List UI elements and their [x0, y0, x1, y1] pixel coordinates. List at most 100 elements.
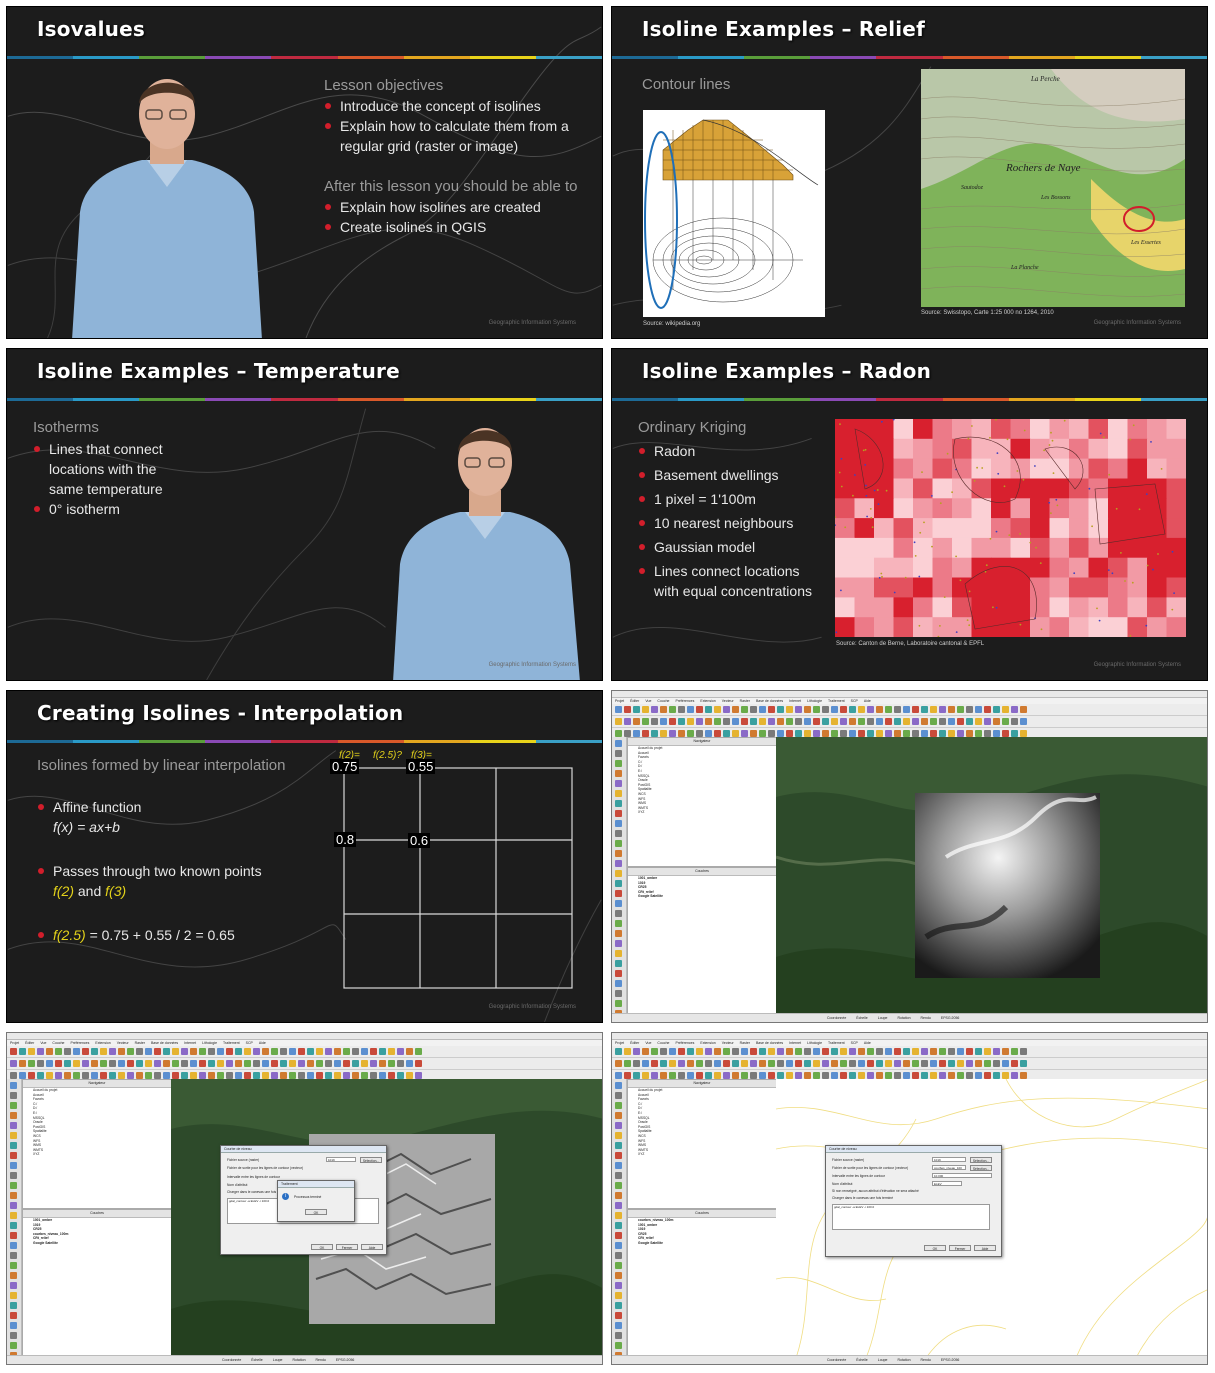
toolbar-tool-icon[interactable] [984, 1060, 991, 1067]
toolbar-tool-icon[interactable] [912, 730, 919, 737]
menu-item[interactable]: Traitement [828, 699, 845, 703]
toolbar-tool-icon[interactable] [289, 1072, 296, 1079]
toolbar-tool-icon[interactable] [912, 1048, 919, 1055]
add-layer-icon[interactable] [615, 1312, 622, 1319]
toolbar-tool-icon[interactable] [145, 1060, 152, 1067]
toolbar-tool-icon[interactable] [867, 1060, 874, 1067]
toolbar-tool-icon[interactable] [397, 1072, 404, 1079]
add-layer-icon[interactable] [615, 790, 622, 797]
toolbar-tool-icon[interactable] [244, 1072, 251, 1079]
toolbar-tool-icon[interactable] [190, 1060, 197, 1067]
toolbar-tool-icon[interactable] [642, 1048, 649, 1055]
toolbar-tool-icon[interactable] [777, 718, 784, 725]
toolbar-tool-icon[interactable] [91, 1048, 98, 1055]
toolbar-tool-icon[interactable] [37, 1060, 44, 1067]
toolbar-tool-icon[interactable] [966, 706, 973, 713]
toolbar-tool-icon[interactable] [262, 1048, 269, 1055]
toolbar-tool-icon[interactable] [957, 1048, 964, 1055]
toolbar-tool-icon[interactable] [768, 706, 775, 713]
toolbar-tool-icon[interactable] [642, 1060, 649, 1067]
toolbar-tool-icon[interactable] [55, 1072, 62, 1079]
toolbar-tool-icon[interactable] [1020, 706, 1027, 713]
toolbar-tool-icon[interactable] [226, 1072, 233, 1079]
toolbar-tool-icon[interactable] [10, 1060, 17, 1067]
toolbar-tool-icon[interactable] [307, 1072, 314, 1079]
toolbar-tool-icon[interactable] [948, 730, 955, 737]
add-layer-icon[interactable] [615, 900, 622, 907]
toolbar-tool-icon[interactable] [316, 1072, 323, 1079]
toolbar-tool-icon[interactable] [804, 718, 811, 725]
toolbar-tool-icon[interactable] [226, 1048, 233, 1055]
toolbar-tool-icon[interactable] [876, 718, 883, 725]
toolbar-tool-icon[interactable] [678, 1048, 685, 1055]
menu-item[interactable]: Extension [700, 1041, 715, 1045]
toolbar-tool-icon[interactable] [750, 1060, 757, 1067]
toolbar-tool-icon[interactable] [786, 706, 793, 713]
toolbar-tool-icon[interactable] [849, 730, 856, 737]
toolbar-tool-icon[interactable] [109, 1048, 116, 1055]
toolbar-tool-icon[interactable] [921, 718, 928, 725]
add-layer-icon[interactable] [615, 970, 622, 977]
menu-item[interactable]: Couche [52, 1041, 64, 1045]
toolbar-tool-icon[interactable] [849, 1060, 856, 1067]
add-layer-icon[interactable] [10, 1142, 17, 1149]
toolbar-tool-icon[interactable] [804, 730, 811, 737]
toolbar-tool-icon[interactable] [975, 1048, 982, 1055]
toolbar-tool-icon[interactable] [759, 706, 766, 713]
toolbar-tool-icon[interactable] [624, 718, 631, 725]
toolbar-tool-icon[interactable] [615, 718, 622, 725]
menu-item[interactable]: Raster [740, 699, 750, 703]
toolbar-tool-icon[interactable] [822, 718, 829, 725]
toolbar-tool-icon[interactable] [975, 1072, 982, 1079]
menu-item[interactable]: Aide [864, 699, 871, 703]
toolbar-tool-icon[interactable] [786, 1060, 793, 1067]
toolbar-tool-icon[interactable] [127, 1060, 134, 1067]
toolbar-tool-icon[interactable] [289, 1060, 296, 1067]
menu-item[interactable]: Aide [864, 1041, 871, 1045]
toolbar-tool-icon[interactable] [19, 1060, 26, 1067]
toolbar-tool-icon[interactable] [307, 1060, 314, 1067]
toolbar-tool-icon[interactable] [154, 1072, 161, 1079]
toolbar-tool-icon[interactable] [885, 730, 892, 737]
add-layer-icon[interactable] [615, 1222, 622, 1229]
status-label[interactable]: Rendu [921, 1358, 931, 1362]
toolbar-tool-icon[interactable] [217, 1060, 224, 1067]
toolbar-tool-icon[interactable] [19, 1048, 26, 1055]
toolbar-tool-icon[interactable] [615, 1060, 622, 1067]
toolbar-tool-icon[interactable] [1011, 1072, 1018, 1079]
toolbar-tool-icon[interactable] [678, 1060, 685, 1067]
toolbar-tool-icon[interactable] [37, 1072, 44, 1079]
toolbar-tool-icon[interactable] [28, 1072, 35, 1079]
add-layer-icon[interactable] [615, 1152, 622, 1159]
add-layer-icon[interactable] [615, 800, 622, 807]
add-layer-icon[interactable] [615, 860, 622, 867]
add-layer-icon[interactable] [615, 770, 622, 777]
toolbar-tool-icon[interactable] [370, 1048, 377, 1055]
toolbar-tool-icon[interactable] [361, 1060, 368, 1067]
toolbar-tool-icon[interactable] [705, 730, 712, 737]
toolbar-tool-icon[interactable] [651, 706, 658, 713]
help-button[interactable]: Aide [361, 1244, 383, 1250]
toolbar-tool-icon[interactable] [714, 1072, 721, 1079]
add-layer-icon[interactable] [10, 1222, 17, 1229]
toolbar-tool-icon[interactable] [822, 1072, 829, 1079]
add-layer-icon[interactable] [10, 1092, 17, 1099]
toolbar-tool-icon[interactable] [687, 1072, 694, 1079]
toolbar-tool-icon[interactable] [37, 1048, 44, 1055]
toolbar-tool-icon[interactable] [714, 706, 721, 713]
toolbar-tool-icon[interactable] [813, 1048, 820, 1055]
add-layer-icon[interactable] [615, 950, 622, 957]
toolbar-tool-icon[interactable] [118, 1060, 125, 1067]
toolbar-tool-icon[interactable] [678, 706, 685, 713]
menu-item[interactable]: SCP [851, 1041, 858, 1045]
toolbar-tool-icon[interactable] [271, 1048, 278, 1055]
toolbar-tool-icon[interactable] [10, 1072, 17, 1079]
toolbar-tool-icon[interactable] [768, 1048, 775, 1055]
add-layer-icon[interactable] [10, 1272, 17, 1279]
add-layer-icon[interactable] [615, 940, 622, 947]
toolbar-tool-icon[interactable] [642, 1072, 649, 1079]
toolbar-tool-icon[interactable] [687, 1048, 694, 1055]
menu-item[interactable]: Vecteur [722, 699, 734, 703]
toolbar-tool-icon[interactable] [19, 1072, 26, 1079]
toolbar-tool-icon[interactable] [1002, 706, 1009, 713]
